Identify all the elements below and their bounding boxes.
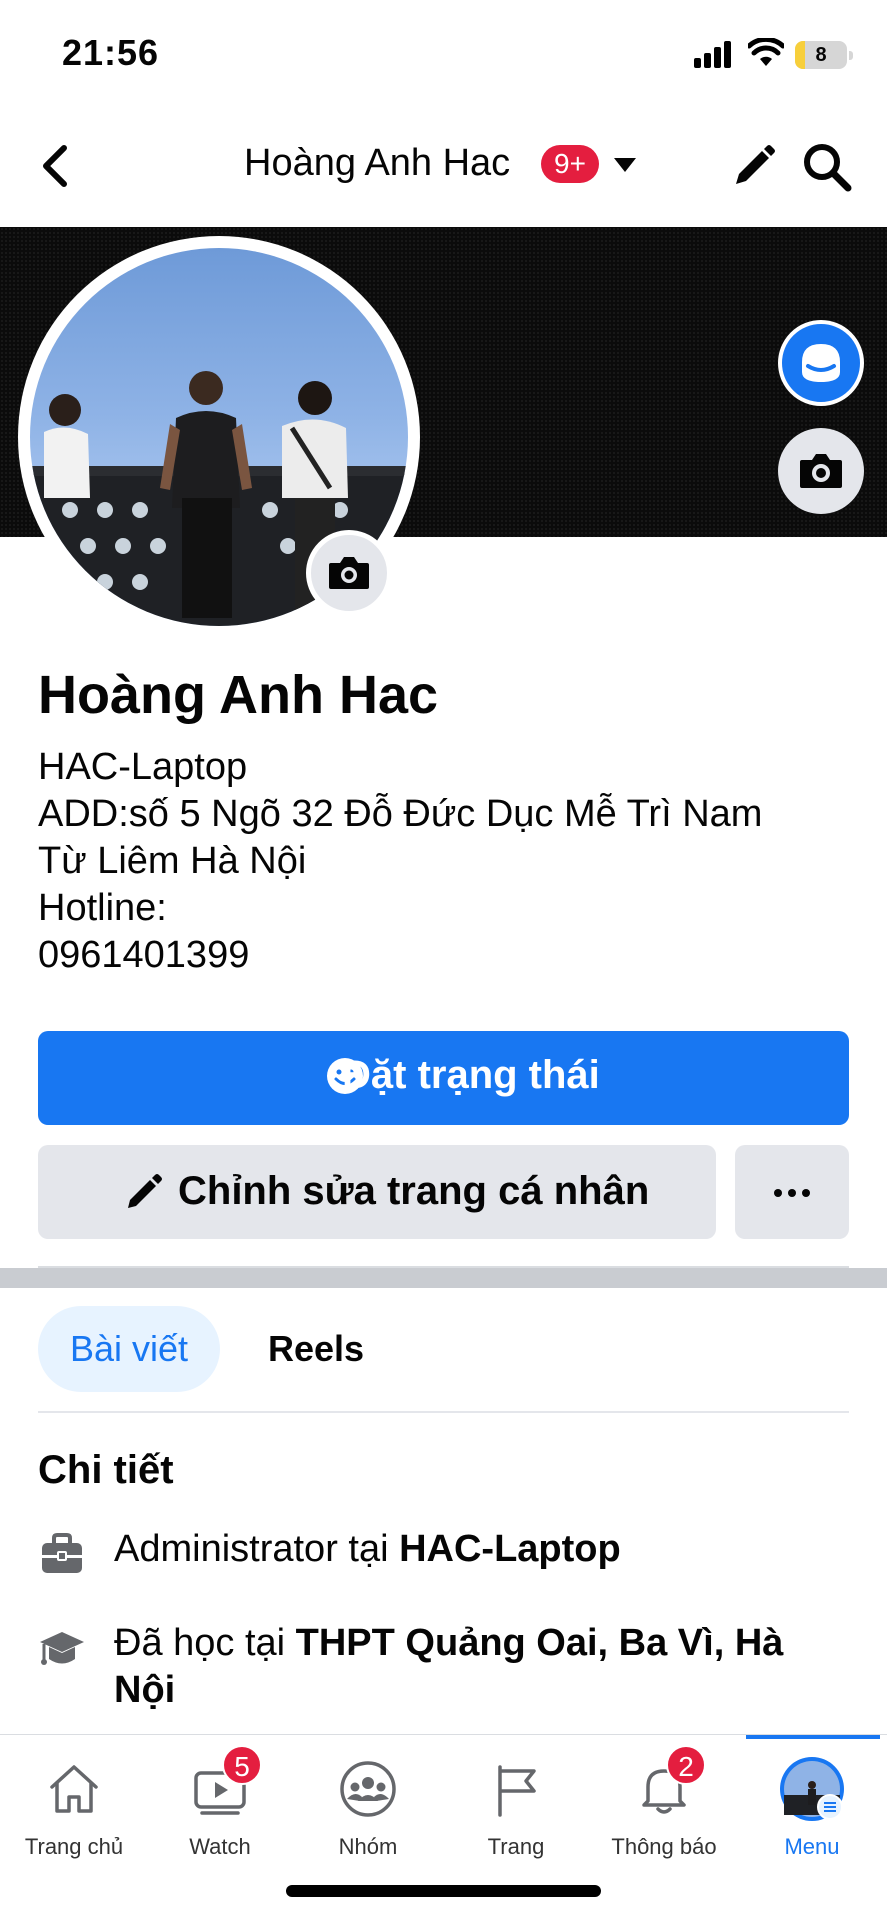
watch-badge: 5: [222, 1745, 262, 1785]
education-text: Đã học tại THPT Quảng Oai, Ba Vì, Hà Nội: [114, 1620, 854, 1714]
profile-picture-camera-button[interactable]: [306, 530, 392, 616]
graduation-cap-icon: [40, 1632, 84, 1665]
bio-line: ADD:số 5 Ngõ 32 Đỗ Đức Dục Mễ Trì Nam: [38, 793, 763, 835]
status-bar: 21:56 8: [0, 0, 887, 110]
tab-label: Trang: [487, 1834, 545, 1859]
edit-profile-label: Chỉnh sửa trang cá nhân: [178, 1169, 650, 1213]
education-prefix: Đã học tại: [114, 1622, 296, 1664]
tab-label: Watch: [189, 1834, 251, 1859]
detail-work: Administrator tại HAC-Laptop: [38, 1526, 858, 1582]
divider: [38, 1411, 849, 1413]
work-place-link[interactable]: HAC-Laptop: [399, 1528, 621, 1570]
profile-bio: HAC-Laptop ADD:số 5 Ngõ 32 Đỗ Đức Dục Mễ…: [38, 744, 838, 979]
camera-icon: [329, 557, 369, 589]
home-icon: [50, 1765, 98, 1813]
work-prefix: Administrator tại: [114, 1528, 400, 1570]
groups-icon: [340, 1761, 396, 1817]
avatar-menu-icon: [780, 1757, 844, 1821]
bio-line: HAC-Laptop: [38, 746, 248, 788]
tab-watch[interactable]: 5 Watch: [146, 1735, 294, 1865]
back-arrow-icon[interactable]: [36, 142, 76, 190]
detail-education: Đã học tại THPT Quảng Oai, Ba Vì, Hà Nội: [38, 1620, 858, 1720]
work-text: Administrator tại HAC-Laptop: [114, 1526, 854, 1573]
tab-home[interactable]: Trang chủ: [0, 1735, 148, 1865]
tab-label: Trang chủ: [24, 1834, 124, 1859]
home-indicator[interactable]: [286, 1885, 601, 1897]
camera-icon: [800, 454, 842, 488]
search-icon[interactable]: [800, 140, 854, 194]
edit-profile-button[interactable]: Chỉnh sửa trang cá nhân: [38, 1145, 716, 1239]
bio-line[interactable]: 0961401399: [38, 932, 838, 979]
details-heading: Chi tiết: [38, 1448, 174, 1492]
tab-reels[interactable]: Reels: [268, 1306, 364, 1392]
section-separator: [0, 1268, 887, 1288]
bio-line: Hotline:: [38, 887, 167, 929]
notifications-badge: 2: [666, 1745, 706, 1785]
tab-notifications[interactable]: 2 Thông báo: [590, 1735, 738, 1865]
profile-header: Hoàng Anh Hac 9+: [0, 118, 887, 214]
battery-icon: 8: [795, 41, 853, 69]
tab-posts[interactable]: Bài viết: [38, 1306, 220, 1392]
tab-groups[interactable]: Nhóm: [294, 1735, 442, 1865]
cover-camera-button[interactable]: [778, 428, 864, 514]
wifi-icon: [748, 38, 784, 66]
tab-pages[interactable]: Trang: [442, 1735, 590, 1865]
set-status-button[interactable]: Đặt trạng thái: [38, 1031, 849, 1125]
briefcase-icon: [42, 1533, 82, 1573]
cellular-signal-icon: [694, 40, 734, 68]
avatar-profile-button[interactable]: [778, 320, 864, 406]
set-status-label: Đặt trạng thái: [342, 1053, 600, 1097]
profile-name: Hoàng Anh Hac: [38, 665, 439, 725]
tab-menu[interactable]: Menu: [738, 1735, 886, 1865]
tab-label: Nhóm: [338, 1834, 398, 1859]
status-time: 21:56: [62, 32, 160, 73]
more-dots-icon: [774, 1189, 810, 1197]
header-title[interactable]: Hoàng Anh Hac: [244, 142, 510, 185]
bio-line: Từ Liêm Hà Nội: [38, 840, 307, 882]
pencil-edit-icon[interactable]: [730, 142, 778, 190]
more-options-button[interactable]: [735, 1145, 849, 1239]
pencil-icon: [128, 1174, 162, 1208]
tab-label: Menu: [784, 1834, 840, 1859]
battery-level: 8: [815, 44, 827, 66]
header-notification-badge: 9+: [541, 145, 599, 183]
tab-label: Thông báo: [611, 1834, 717, 1859]
avatar-face-icon: [802, 344, 840, 382]
chevron-down-icon[interactable]: [612, 156, 638, 174]
pages-flag-icon: [498, 1765, 536, 1817]
